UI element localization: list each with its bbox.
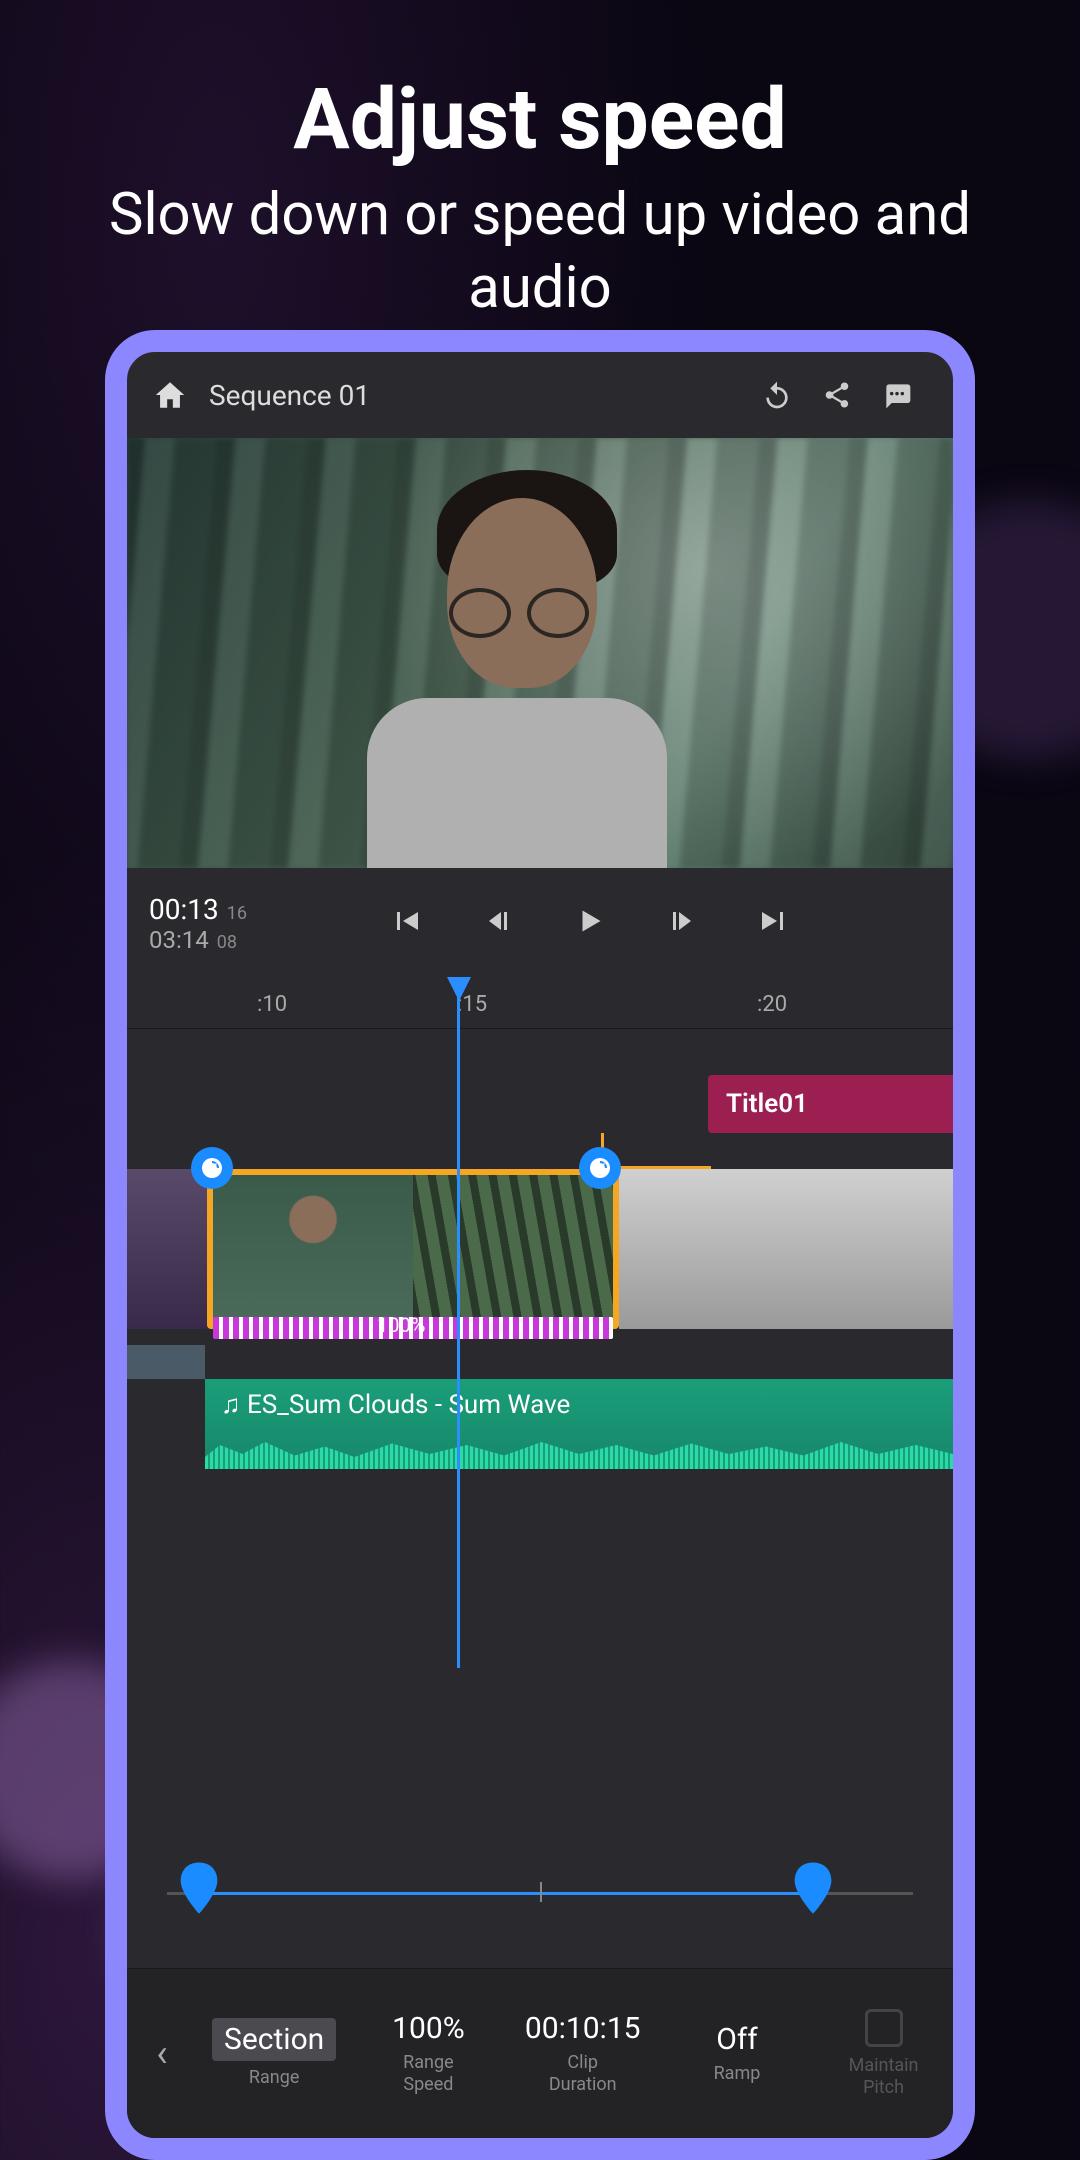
duration-option[interactable]: 00:10:15 ClipDuration xyxy=(506,2011,660,2095)
undo-icon[interactable] xyxy=(747,379,807,411)
checkbox-icon xyxy=(865,2009,903,2047)
transport-bar: 00:13 16 03:14 08 xyxy=(127,868,953,978)
frame-back-icon[interactable] xyxy=(480,903,516,943)
share-icon[interactable] xyxy=(807,380,867,410)
total-time: 03:14 xyxy=(149,926,209,954)
pitch-label: MaintainPitch xyxy=(814,2055,953,2098)
ramp-value: Off xyxy=(660,2022,814,2057)
timeline[interactable]: Title01 100% ♫ ES_Sum Clouds - Sum Wave xyxy=(127,1028,953,1668)
range-option[interactable]: Section Range xyxy=(197,2018,351,2089)
speed-label: RangeSpeed xyxy=(351,2052,505,2095)
app-frame: Sequence 01 00:13 16 03:14 08 xyxy=(105,330,975,2160)
video-track xyxy=(127,1169,953,1329)
speed-panel: ‹ Section Range 100% RangeSpeed 00:10:15… xyxy=(127,1968,953,2138)
current-frames: 16 xyxy=(227,903,247,924)
sequence-title[interactable]: Sequence 01 xyxy=(209,379,747,412)
video-preview[interactable] xyxy=(127,438,953,868)
range-label: Range xyxy=(197,2067,351,2089)
video-clip-next[interactable] xyxy=(619,1169,953,1329)
current-time: 00:13 xyxy=(149,893,219,926)
skip-end-icon[interactable] xyxy=(756,903,792,943)
timecode-display: 00:13 16 03:14 08 xyxy=(127,893,267,954)
speed-overlay-label: 100% xyxy=(377,1313,425,1337)
total-frames: 08 xyxy=(217,932,237,953)
timeline-ruler[interactable]: :10 :15 :20 xyxy=(127,978,953,1028)
duration-value: 00:10:15 xyxy=(506,2011,660,2046)
speed-option[interactable]: 100% RangeSpeed xyxy=(351,2011,505,2095)
play-icon[interactable] xyxy=(572,903,608,943)
marketing-headline: Adjust speed Slow down or speed up video… xyxy=(0,0,1080,364)
duration-label: ClipDuration xyxy=(506,2052,660,2095)
audio-clip[interactable]: ♫ ES_Sum Clouds - Sum Wave xyxy=(205,1379,953,1469)
range-pin-right[interactable] xyxy=(791,1862,835,1918)
video-clip-prev[interactable] xyxy=(127,1169,207,1329)
playhead[interactable] xyxy=(457,979,460,1668)
headline-subtitle: Slow down or speed up video and audio xyxy=(60,179,1020,324)
range-slider[interactable] xyxy=(167,1858,913,1928)
range-pin-left[interactable] xyxy=(177,1862,221,1918)
ramp-option[interactable]: Off Ramp xyxy=(660,2022,814,2085)
ramp-label: Ramp xyxy=(660,2063,814,2085)
range-value: Section xyxy=(212,2018,336,2061)
frame-forward-icon[interactable] xyxy=(664,903,700,943)
speed-handle-right[interactable] xyxy=(579,1147,621,1189)
headline-title: Adjust speed xyxy=(60,70,1020,169)
title-clip[interactable]: Title01 xyxy=(708,1075,953,1133)
back-icon[interactable]: ‹ xyxy=(127,2032,197,2076)
ruler-tick: :10 xyxy=(257,992,287,1017)
track-spacer xyxy=(127,1345,205,1379)
top-bar: Sequence 01 xyxy=(127,352,953,438)
video-clip-selected[interactable] xyxy=(207,1169,619,1329)
speed-handle-left[interactable] xyxy=(191,1147,233,1189)
audio-waveform xyxy=(205,1439,953,1469)
comment-icon[interactable] xyxy=(867,379,927,411)
ruler-tick: :20 xyxy=(757,992,787,1017)
skip-start-icon[interactable] xyxy=(388,903,424,943)
speed-value: 100% xyxy=(351,2011,505,2046)
home-icon[interactable] xyxy=(153,378,187,412)
maintain-pitch-option[interactable]: MaintainPitch xyxy=(814,2009,953,2098)
audio-clip-label: ♫ ES_Sum Clouds - Sum Wave xyxy=(221,1389,570,1420)
